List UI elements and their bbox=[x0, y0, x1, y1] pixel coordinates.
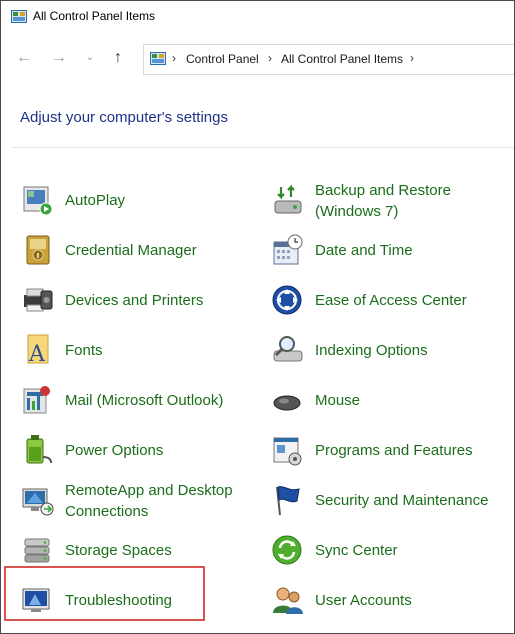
sync-center-icon bbox=[272, 535, 302, 565]
item-label[interactable]: Programs and Features bbox=[315, 440, 473, 461]
item-label[interactable]: Storage Spaces bbox=[65, 540, 172, 561]
date-time-icon bbox=[273, 234, 303, 265]
fonts-icon: A bbox=[27, 334, 49, 367]
item-label[interactable]: Indexing Options bbox=[315, 340, 428, 361]
item-label[interactable]: AutoPlay bbox=[65, 190, 125, 211]
back-arrow-icon[interactable]: ← bbox=[13, 47, 35, 69]
svg-text:A: A bbox=[28, 342, 46, 367]
item-label[interactable]: Backup and Restore (Windows 7) bbox=[315, 180, 514, 222]
programs-features-icon bbox=[273, 437, 302, 466]
item-label[interactable]: Sync Center bbox=[315, 540, 398, 561]
item-ease-of-access[interactable]: Ease of Access Center bbox=[271, 280, 511, 320]
recent-locations-chevron-icon[interactable]: ⌄ bbox=[79, 47, 101, 69]
control-panel-icon bbox=[150, 52, 166, 65]
credential-manager-icon bbox=[26, 235, 50, 265]
control-panel-icon bbox=[11, 10, 27, 23]
item-storage-spaces[interactable]: Storage Spaces bbox=[21, 530, 261, 570]
item-label[interactable]: Mail (Microsoft Outlook) bbox=[65, 390, 223, 411]
breadcrumb-control-panel[interactable]: Control Panel bbox=[186, 52, 259, 66]
item-label[interactable]: Devices and Printers bbox=[65, 290, 203, 311]
storage-spaces-icon bbox=[24, 538, 50, 563]
window-title: All Control Panel Items bbox=[33, 9, 156, 23]
address-bar[interactable]: › Control Panel › All Control Panel Item… bbox=[143, 44, 514, 75]
breadcrumb-chevron-icon[interactable]: › bbox=[172, 51, 176, 65]
item-label[interactable]: Power Options bbox=[65, 440, 163, 461]
security-maintenance-icon bbox=[276, 486, 300, 516]
power-options-icon bbox=[26, 435, 52, 464]
item-user-accounts[interactable]: User Accounts bbox=[271, 580, 511, 620]
item-mail[interactable]: Mail (Microsoft Outlook) bbox=[21, 380, 261, 420]
indexing-options-icon bbox=[273, 336, 303, 362]
item-security-maintenance[interactable]: Security and Maintenance bbox=[271, 480, 511, 520]
item-devices-printers[interactable]: Devices and Printers bbox=[21, 280, 261, 320]
item-backup-restore[interactable]: Backup and Restore (Windows 7) bbox=[271, 180, 511, 220]
remoteapp-icon bbox=[22, 488, 54, 516]
control-panel-window: All Control Panel Items ← → ⌄ ↑ › Contro… bbox=[0, 0, 515, 634]
mail-icon bbox=[23, 386, 50, 414]
title-bar: All Control Panel Items bbox=[1, 1, 514, 34]
item-indexing-options[interactable]: Indexing Options bbox=[271, 330, 511, 370]
item-label[interactable]: Ease of Access Center bbox=[315, 290, 467, 311]
user-accounts-icon bbox=[273, 587, 303, 614]
navigation-bar: ← → ⌄ ↑ › Control Panel › All Control Pa… bbox=[1, 34, 514, 84]
ease-of-access-icon bbox=[272, 285, 302, 315]
devices-printers-icon bbox=[24, 288, 53, 312]
item-label[interactable]: Credential Manager bbox=[65, 240, 197, 261]
item-power-options[interactable]: Power Options bbox=[21, 430, 261, 470]
forward-arrow-icon[interactable]: → bbox=[48, 47, 70, 69]
item-mouse[interactable]: Mouse bbox=[271, 380, 511, 420]
item-programs-features[interactable]: Programs and Features bbox=[271, 430, 511, 470]
page-heading: Adjust your computer's settings bbox=[20, 109, 228, 126]
item-credential-manager[interactable]: Credential Manager bbox=[21, 230, 261, 270]
item-label[interactable]: Fonts bbox=[65, 340, 103, 361]
item-date-time[interactable]: Date and Time bbox=[271, 230, 511, 270]
backup-restore-icon bbox=[274, 184, 302, 214]
breadcrumb-all-items[interactable]: All Control Panel Items bbox=[281, 52, 403, 66]
breadcrumb-chevron-icon[interactable]: › bbox=[410, 51, 414, 65]
item-label[interactable]: RemoteApp and Desktop Connections bbox=[65, 480, 265, 522]
item-label[interactable]: User Accounts bbox=[315, 590, 412, 611]
item-label[interactable]: Mouse bbox=[315, 390, 360, 411]
item-label[interactable]: Date and Time bbox=[315, 240, 413, 261]
item-fonts[interactable]: A Fonts bbox=[21, 330, 261, 370]
breadcrumb-chevron-icon[interactable]: › bbox=[268, 51, 272, 65]
item-sync-center[interactable]: Sync Center bbox=[271, 530, 511, 570]
item-label[interactable]: Security and Maintenance bbox=[315, 490, 488, 511]
autoplay-icon bbox=[23, 186, 53, 216]
item-autoplay[interactable]: AutoPlay bbox=[21, 180, 261, 220]
mouse-icon bbox=[273, 395, 301, 411]
highlight-box bbox=[4, 566, 205, 621]
divider bbox=[12, 147, 514, 148]
up-arrow-icon[interactable]: ↑ bbox=[107, 47, 129, 69]
item-remoteapp[interactable]: RemoteApp and Desktop Connections bbox=[21, 480, 261, 520]
